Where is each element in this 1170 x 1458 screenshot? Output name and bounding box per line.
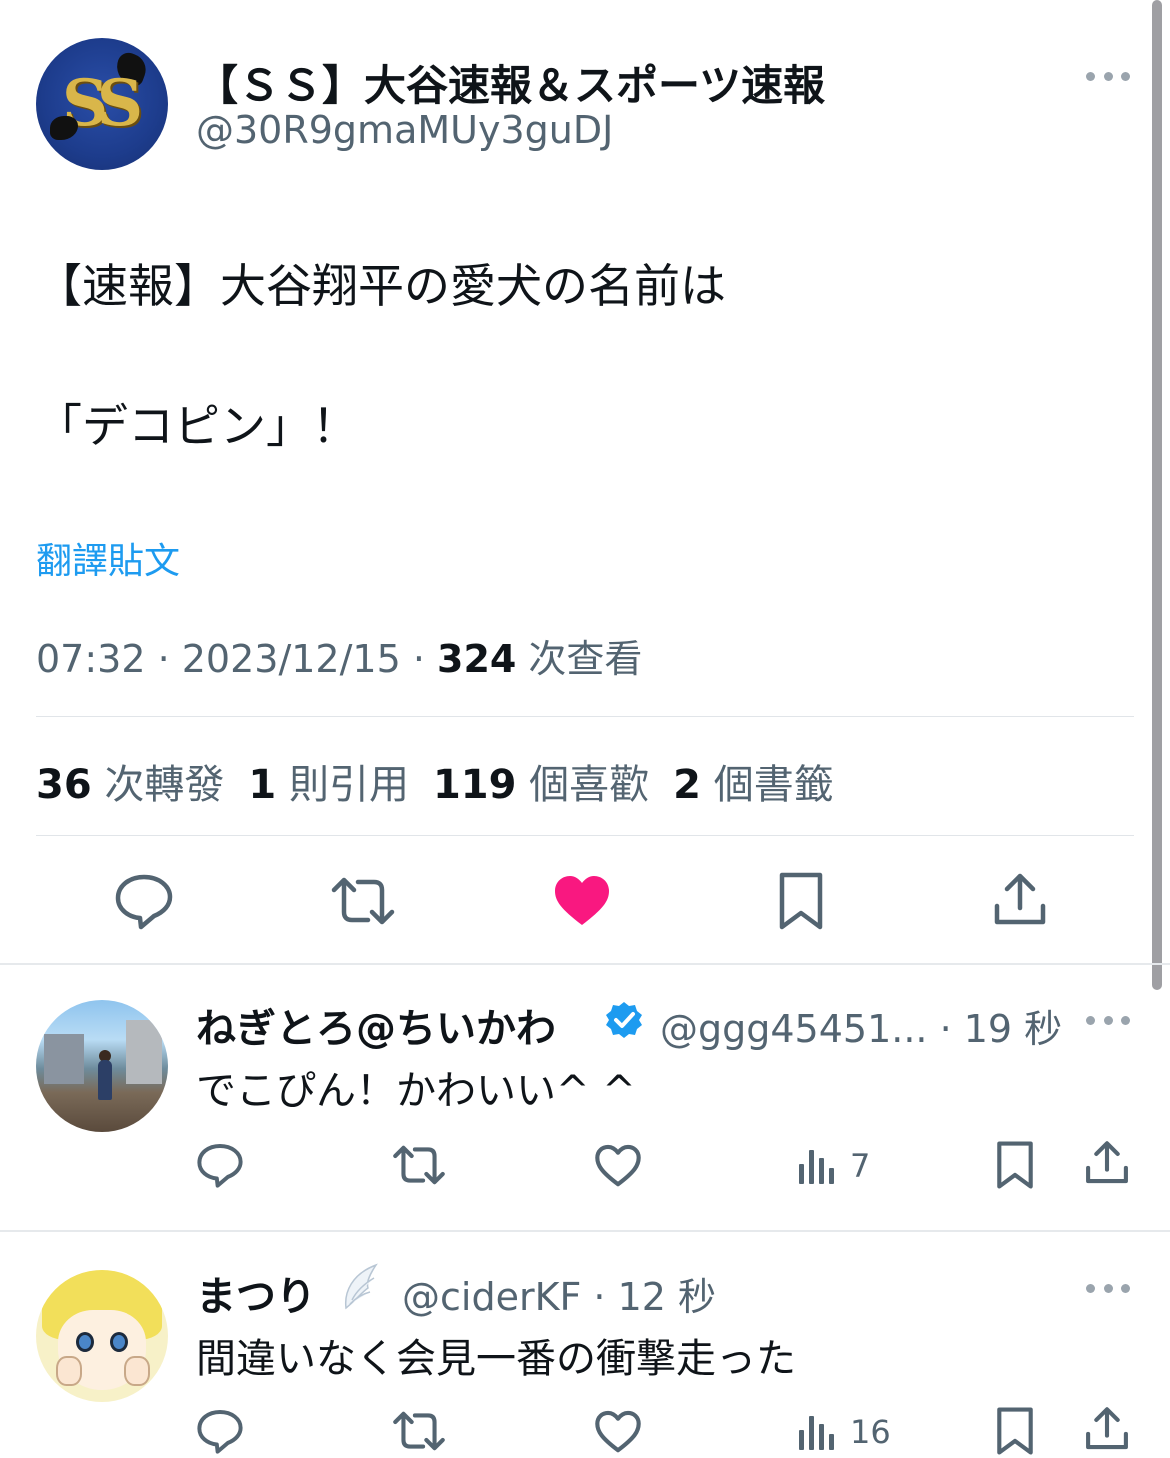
avatar-art xyxy=(56,1356,82,1386)
quote-count: 1 xyxy=(248,762,277,808)
tweet-text-line: 【速報】大谷翔平の愛犬の名前は xyxy=(36,259,726,313)
reply-handle-time[interactable]: @ggg45451... · 19 秒 xyxy=(660,998,1062,1053)
tweet-meta: 07:32 · 2023/12/15 · 324 次查看 xyxy=(36,628,642,683)
view-count: 324 xyxy=(437,637,517,681)
author-name[interactable]: 【ＳＳ】大谷速報＆スポーツ速報 xyxy=(196,52,825,113)
divider xyxy=(36,716,1134,717)
divider xyxy=(0,963,1170,965)
scrollbar[interactable] xyxy=(1152,0,1162,990)
like-count: 119 xyxy=(432,762,517,808)
avatar[interactable] xyxy=(36,1270,168,1402)
retweet-button[interactable] xyxy=(392,1410,446,1452)
retweets-stat[interactable]: 36 次轉發 xyxy=(36,762,224,808)
engagement-stats: 36 次轉發 1 則引用 119 個喜歡 2 個書籤 xyxy=(36,752,834,810)
bookmark-button[interactable] xyxy=(996,1406,1034,1456)
bookmark-icon xyxy=(997,1407,1033,1455)
bookmark-label: 個書籤 xyxy=(701,762,834,808)
like-icon xyxy=(595,1410,641,1453)
reply-button[interactable] xyxy=(196,1408,244,1454)
view-label: 次查看 xyxy=(516,637,643,681)
bookmarks-stat[interactable]: 2 個書籤 xyxy=(673,762,834,808)
avatar[interactable] xyxy=(36,1000,168,1132)
reply-button[interactable] xyxy=(114,872,174,930)
share-icon xyxy=(1086,1407,1128,1450)
retweet-button[interactable] xyxy=(330,876,396,926)
bookmark-icon xyxy=(779,872,823,930)
avatar[interactable]: SS xyxy=(36,38,168,170)
divider xyxy=(36,835,1134,836)
more-icon[interactable] xyxy=(1086,70,1130,82)
reply-text: でこぴん！かわいい^ ^ xyxy=(196,1068,636,1114)
like-label: 個喜歡 xyxy=(516,762,650,808)
reply-text: 間違いなく会見一番の衝撃走った xyxy=(196,1336,796,1382)
verified-icon xyxy=(606,1002,642,1038)
translate-post-link[interactable]: 翻譯貼文 xyxy=(36,532,180,584)
likes-stat[interactable]: 119 個喜歡 xyxy=(433,762,649,808)
avatar-scene xyxy=(98,1060,112,1100)
avatar-scene xyxy=(44,1034,84,1084)
retweet-label: 次轉發 xyxy=(91,762,225,808)
like-button[interactable] xyxy=(594,1144,642,1188)
views-icon xyxy=(799,1150,834,1184)
quote-label: 則引用 xyxy=(276,762,409,808)
like-icon xyxy=(555,876,609,925)
bookmark-icon xyxy=(997,1141,1033,1189)
reply-icon xyxy=(115,874,173,930)
author-handle[interactable]: @30R9gmaMUy3guDJ xyxy=(196,108,613,152)
reply-icon xyxy=(197,1143,243,1188)
bookmark-button[interactable] xyxy=(778,871,824,931)
avatar-art xyxy=(76,1332,94,1352)
retweet-icon xyxy=(393,1411,445,1451)
divider xyxy=(0,1230,1170,1232)
reply-author-name[interactable]: ねぎとろ@ちいかわ xyxy=(196,996,556,1054)
share-button[interactable] xyxy=(1084,1140,1130,1186)
reply-author-name[interactable]: まつり xyxy=(196,1264,316,1322)
reply-button[interactable] xyxy=(196,1142,244,1188)
views-count: 16 xyxy=(850,1413,891,1451)
tweet-text-line: 「デコピン」！ xyxy=(36,399,358,453)
views-button[interactable]: 7 xyxy=(796,1146,870,1186)
views-icon xyxy=(799,1416,834,1450)
retweet-icon xyxy=(393,1145,445,1185)
quotes-stat[interactable]: 1 則引用 xyxy=(248,762,409,808)
avatar-art xyxy=(110,1332,128,1352)
tweet-timestamp[interactable]: 07:32 · 2023/12/15 · xyxy=(36,637,437,681)
retweet-button[interactable] xyxy=(392,1144,446,1186)
avatar-art xyxy=(124,1356,150,1386)
share-icon xyxy=(1086,1141,1128,1184)
reply-icon xyxy=(197,1409,243,1454)
like-button[interactable] xyxy=(553,875,611,927)
views-button[interactable]: 16 xyxy=(796,1412,891,1452)
retweet-icon xyxy=(331,877,395,925)
reply-handle-time[interactable]: @ciderKF · 12 秒 xyxy=(402,1266,716,1321)
retweet-count: 36 xyxy=(36,762,92,808)
more-icon[interactable] xyxy=(1086,1014,1130,1026)
share-button[interactable] xyxy=(1084,1406,1130,1452)
wing-icon xyxy=(344,1263,378,1310)
share-icon xyxy=(994,873,1046,925)
avatar-scene xyxy=(126,1020,162,1084)
bookmark-count: 2 xyxy=(673,762,702,808)
share-button[interactable] xyxy=(992,872,1048,928)
more-icon[interactable] xyxy=(1086,1282,1130,1294)
like-icon xyxy=(595,1144,641,1187)
like-button[interactable] xyxy=(594,1410,642,1454)
views-count: 7 xyxy=(850,1147,871,1185)
bookmark-button[interactable] xyxy=(996,1140,1034,1190)
